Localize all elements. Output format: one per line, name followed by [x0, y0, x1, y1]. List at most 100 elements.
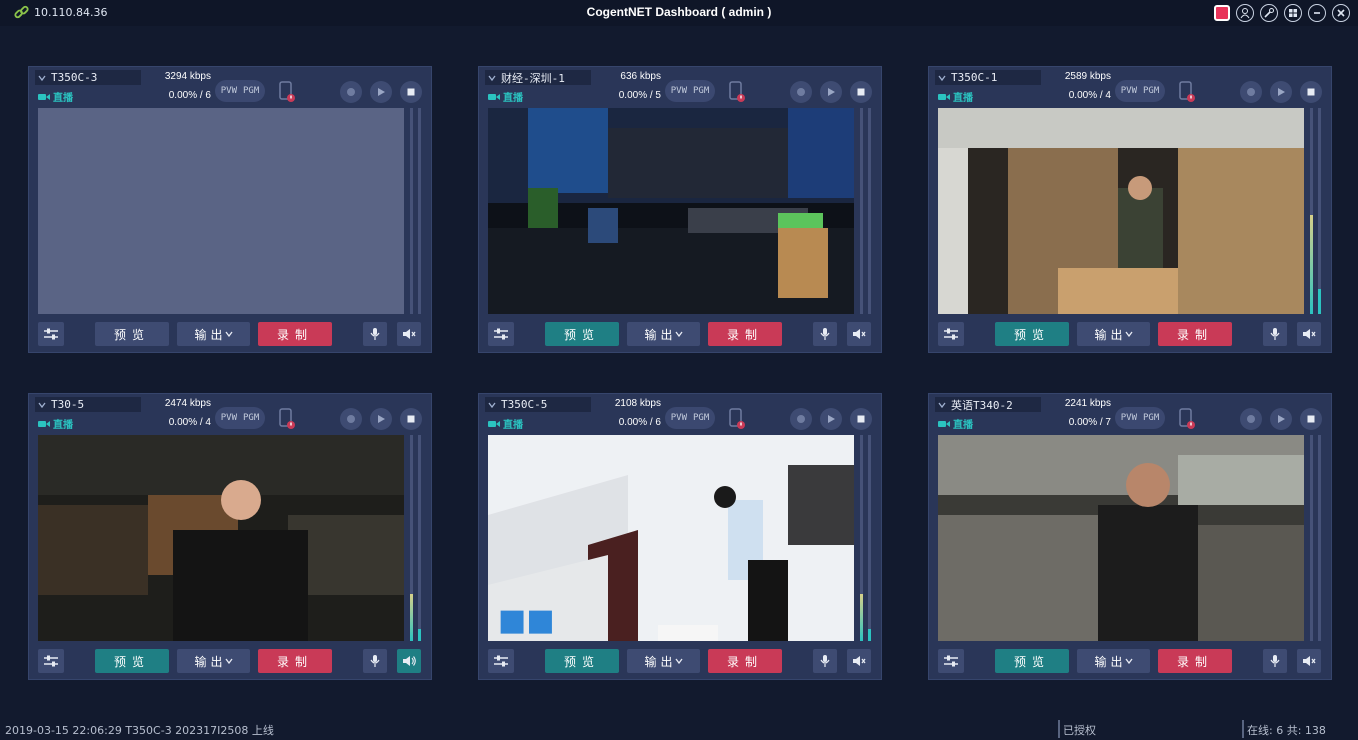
video-preview[interactable]: [38, 435, 404, 641]
mic-button[interactable]: [363, 322, 387, 346]
channel-selector[interactable]: T30-5: [35, 397, 141, 412]
record-dot-button[interactable]: [1240, 408, 1262, 430]
record-dot-button[interactable]: [340, 408, 362, 430]
channel-name: 英语T340-2: [951, 398, 1013, 412]
bitrate: 2589 kbps: [1064, 71, 1111, 82]
output-dropdown[interactable]: 输出: [177, 649, 250, 673]
video-frame: [38, 435, 404, 641]
stop-button[interactable]: [850, 81, 872, 103]
record-dot-button[interactable]: [790, 408, 812, 430]
stop-button[interactable]: [400, 81, 422, 103]
license-status: 已授权: [1058, 720, 1096, 738]
panel-header: T350C-5 2108 kbps 直播 0.00% / 6 PVW PGM: [479, 394, 881, 434]
output-dropdown[interactable]: 输出: [1077, 322, 1150, 346]
pvw-pgm-toggle[interactable]: PVW PGM: [1115, 80, 1165, 102]
speaker-button[interactable]: [397, 322, 421, 346]
adjust-button[interactable]: [938, 649, 964, 673]
live-status: 直播: [938, 416, 973, 431]
record-button[interactable]: 录制: [708, 649, 782, 673]
channel-selector[interactable]: 英语T340-2: [935, 397, 1041, 412]
panel-header: T350C-3 3294 kbps 直播 0.00% / 6 PVW PGM: [29, 67, 431, 107]
output-dropdown[interactable]: 输出: [1077, 649, 1150, 673]
preview-button[interactable]: 预览: [95, 322, 169, 346]
adjust-button[interactable]: [38, 322, 64, 346]
adjust-button[interactable]: [488, 322, 514, 346]
play-button[interactable]: [370, 408, 392, 430]
channel-selector[interactable]: T350C-3: [35, 70, 141, 85]
record-button[interactable]: 录制: [258, 649, 332, 673]
wrench-icon: [1264, 8, 1274, 18]
title-bar: 10.110.84.36 CogentNET Dashboard ( admin…: [0, 0, 1358, 26]
speaker-button[interactable]: [397, 649, 421, 673]
speaker-button[interactable]: [847, 649, 871, 673]
live-status: 直播: [938, 89, 973, 104]
bitrate: 2108 kbps: [614, 398, 661, 409]
video-preview[interactable]: ■■: [488, 435, 854, 641]
vu-meter-right: [1318, 435, 1321, 641]
speaker-button[interactable]: [1297, 649, 1321, 673]
play-button[interactable]: [1270, 81, 1292, 103]
chevron-down-icon: [938, 402, 946, 408]
preview-button[interactable]: 预览: [995, 649, 1069, 673]
preview-button[interactable]: 预览: [95, 649, 169, 673]
mic-button[interactable]: [813, 649, 837, 673]
adjust-button[interactable]: [38, 649, 64, 673]
pgm-label: PGM: [693, 413, 710, 423]
play-button[interactable]: [370, 81, 392, 103]
channel-selector[interactable]: T350C-5: [485, 397, 591, 412]
preview-button[interactable]: 预览: [545, 322, 619, 346]
record-dot-button[interactable]: [790, 81, 812, 103]
record-dot-button[interactable]: [340, 81, 362, 103]
play-button[interactable]: [1270, 408, 1292, 430]
chevron-down-icon: [38, 75, 46, 81]
layout-button[interactable]: [1284, 4, 1302, 22]
user-icon: [1240, 8, 1250, 19]
mic-button[interactable]: [1263, 649, 1287, 673]
record-dot-button[interactable]: [1240, 81, 1262, 103]
stop-icon: [407, 88, 415, 96]
stop-button[interactable]: [1300, 408, 1322, 430]
output-dropdown[interactable]: 输出: [627, 322, 700, 346]
settings-button[interactable]: [1260, 4, 1278, 22]
stop-button[interactable]: [1300, 81, 1322, 103]
preview-button[interactable]: 预览: [545, 649, 619, 673]
pvw-pgm-toggle[interactable]: PVW PGM: [1115, 407, 1165, 429]
stop-icon: [1307, 88, 1315, 96]
minimize-button[interactable]: [1308, 4, 1326, 22]
adjust-button[interactable]: [488, 649, 514, 673]
pvw-pgm-toggle[interactable]: PVW PGM: [215, 407, 265, 429]
speaker-button[interactable]: [847, 322, 871, 346]
output-dropdown[interactable]: 输出: [177, 322, 250, 346]
mic-button[interactable]: [363, 649, 387, 673]
pvw-pgm-toggle[interactable]: PVW PGM: [215, 80, 265, 102]
record-button[interactable]: 录制: [258, 322, 332, 346]
play-button[interactable]: [820, 81, 842, 103]
user-button[interactable]: [1236, 4, 1254, 22]
video-preview[interactable]: [488, 108, 854, 314]
stop-button[interactable]: [850, 408, 872, 430]
preview-button[interactable]: 预览: [995, 322, 1069, 346]
record-button[interactable]: 录制: [708, 322, 782, 346]
close-button[interactable]: [1332, 4, 1350, 22]
record-button[interactable]: 录制: [1158, 649, 1232, 673]
pvw-pgm-toggle[interactable]: PVW PGM: [665, 80, 715, 102]
sliders-icon: [44, 328, 58, 340]
video-preview[interactable]: [938, 108, 1304, 314]
panel-header: 英语T340-2 2241 kbps 直播 0.00% / 7 PVW PGM: [929, 394, 1331, 434]
video-preview[interactable]: [38, 108, 404, 314]
output-dropdown[interactable]: 输出: [627, 649, 700, 673]
play-button[interactable]: [820, 408, 842, 430]
mic-button[interactable]: [813, 322, 837, 346]
camera-icon: [38, 93, 50, 100]
channel-selector[interactable]: T350C-1: [935, 70, 1041, 85]
record-button[interactable]: 录制: [1158, 322, 1232, 346]
speaker-muted-icon: [1303, 329, 1316, 339]
video-preview[interactable]: [938, 435, 1304, 641]
channel-selector[interactable]: 财经-深圳-1: [485, 70, 591, 85]
adjust-button[interactable]: [938, 322, 964, 346]
record-indicator-button[interactable]: [1214, 5, 1230, 21]
pvw-pgm-toggle[interactable]: PVW PGM: [665, 407, 715, 429]
stop-button[interactable]: [400, 408, 422, 430]
speaker-button[interactable]: [1297, 322, 1321, 346]
mic-button[interactable]: [1263, 322, 1287, 346]
